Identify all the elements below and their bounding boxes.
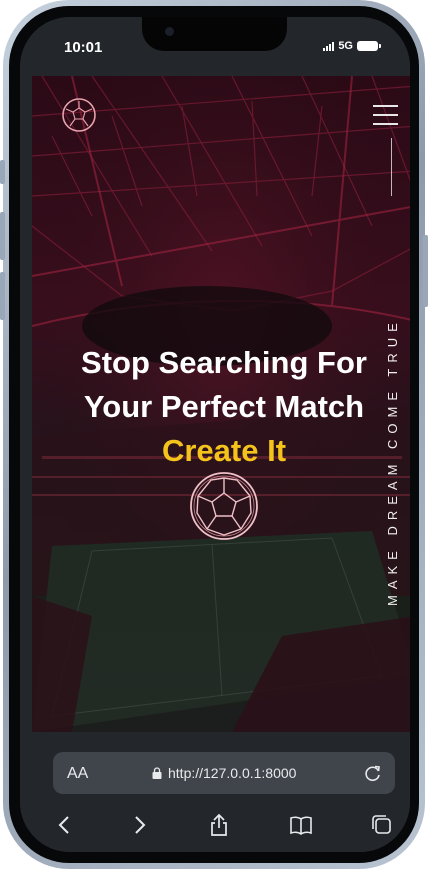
address-bar[interactable]: AA http://127.0.0.1:8000 [53, 752, 395, 794]
volume-down-button [0, 272, 5, 320]
status-time: 10:01 [64, 39, 103, 56]
text-size-button[interactable]: AA [67, 765, 88, 783]
bezel: 10:01 5G MAKE DREAM COME TRUE Stop Searc… [9, 6, 419, 863]
volume-up-button [0, 212, 5, 260]
headline-line-1: Stop Searching For [81, 345, 367, 380]
url-text[interactable]: http://127.0.0.1:8000 [168, 765, 296, 781]
hamburger-menu-icon[interactable] [373, 105, 398, 125]
web-page: MAKE DREAM COME TRUE Stop Searching For … [32, 76, 410, 732]
status-indicators: 5G [323, 40, 381, 52]
back-icon[interactable] [52, 812, 78, 838]
share-icon[interactable] [206, 812, 232, 838]
reload-icon[interactable] [363, 763, 383, 783]
notch [142, 17, 287, 51]
lock-icon [152, 767, 162, 779]
headline-line-2: Your Perfect Match [83, 389, 365, 424]
soccer-ball-icon[interactable] [61, 97, 97, 133]
screen: 10:01 5G MAKE DREAM COME TRUE Stop Searc… [20, 17, 410, 852]
battery-icon [357, 41, 381, 51]
forward-icon[interactable] [126, 812, 152, 838]
browser-toolbar: AA http://127.0.0.1:8000 [20, 732, 410, 852]
tabs-icon[interactable] [369, 812, 395, 838]
signal-icon [323, 41, 335, 51]
camera-icon [165, 27, 174, 36]
bookmarks-icon[interactable] [288, 812, 314, 838]
silent-switch [0, 160, 5, 184]
network-label: 5G [338, 40, 353, 52]
status-bar: 10:01 5G [20, 17, 410, 75]
phone-frame: 10:01 5G MAKE DREAM COME TRUE Stop Searc… [0, 0, 428, 869]
decorative-line [391, 138, 392, 196]
soccer-ball-icon [190, 472, 258, 540]
hero-headline: Stop Searching For Your Perfect Match Cr… [32, 341, 410, 473]
power-button [423, 235, 428, 307]
headline-accent: Create It [161, 433, 287, 468]
